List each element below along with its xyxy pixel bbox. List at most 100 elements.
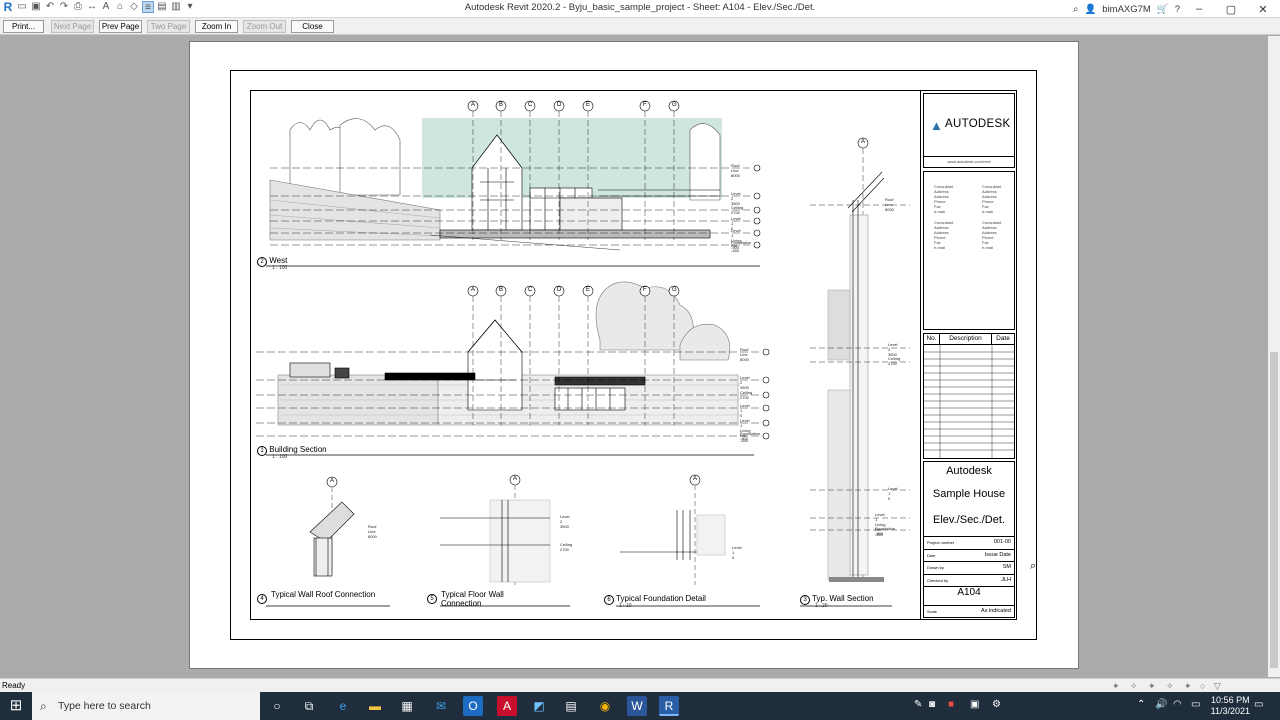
task-view-icon[interactable]: ⧉: [299, 696, 319, 716]
level-label: Roof Line 8000: [368, 524, 377, 539]
text-icon[interactable]: A: [100, 1, 112, 13]
user-icon[interactable]: 👤: [1084, 4, 1096, 15]
title-block-logo: ▲ AUTODESK www.autodesk.com/revit: [923, 93, 1015, 168]
taskbar-search[interactable]: ⌕ Type here to search: [32, 692, 260, 720]
view-title-wall-section: 3 Typ. Wall Section 1 : 20: [800, 594, 874, 609]
cart-icon[interactable]: 🛒: [1157, 4, 1169, 15]
print-icon[interactable]: ⎙: [72, 1, 84, 13]
clock-time: 10:56 PM: [1211, 695, 1250, 705]
pen-icon[interactable]: ✎: [914, 699, 922, 710]
level-label: Ceiling 2700: [888, 356, 901, 366]
maximize-button[interactable]: ▢: [1218, 3, 1244, 16]
project-name-line1: Autodesk: [946, 465, 992, 477]
revision-schedule: No. Description Date: [923, 333, 1015, 459]
close-window-button[interactable]: ✕: [1250, 3, 1276, 16]
store-icon[interactable]: ▦: [397, 696, 417, 716]
level-heads-west: [753, 164, 761, 249]
level-label: Level 2 3500: [888, 342, 898, 357]
quick-access-toolbar: R ▭ ▣ ↶ ↷ ⎙ ↔ A ⌂ ◇ ≡ ▤ ▥ ▾: [2, 1, 196, 13]
3d-view-icon[interactable]: ⌂: [114, 1, 126, 13]
help-icon[interactable]: ?: [1175, 4, 1180, 15]
battery-icon[interactable]: ▭: [1191, 699, 1200, 710]
clock-date: 11/3/2021: [1210, 706, 1250, 716]
save-icon[interactable]: ▣: [30, 1, 42, 13]
close-preview-button[interactable]: Close: [291, 20, 334, 33]
record-icon[interactable]: ■: [948, 699, 954, 710]
username[interactable]: bimAXG7M: [1102, 4, 1151, 15]
checked-by-row: Checked by JLH: [924, 575, 1014, 587]
print-button[interactable]: Print...: [3, 20, 44, 33]
windows-start-icon[interactable]: ⊞: [0, 692, 32, 720]
grid-label: C: [528, 102, 533, 108]
view-title-foundation: 6 Typical Foundation Detail 1 : 10: [604, 594, 706, 609]
sheet-info-block: Project number 001-00 Date Issue Date Draw…: [923, 536, 1015, 618]
screenshot-icon[interactable]: ▣: [970, 699, 979, 710]
calculator-icon[interactable]: ▤: [561, 696, 581, 716]
photos-icon[interactable]: ◩: [529, 696, 549, 716]
level-label: Ceiling 2700: [731, 205, 744, 215]
chrome-icon[interactable]: ◉: [595, 696, 615, 716]
mail-icon[interactable]: ✉: [431, 696, 451, 716]
grid-label: A: [513, 476, 518, 482]
undo-icon[interactable]: ↶: [44, 1, 56, 13]
wifi-icon[interactable]: ◠: [1173, 699, 1182, 710]
revit-logo-icon[interactable]: R: [2, 1, 14, 13]
level-label: Level 10: [888, 486, 898, 501]
settings-icon[interactable]: ⚙: [992, 699, 1001, 710]
autocad-icon[interactable]: A: [497, 696, 517, 716]
revit-taskbar-icon[interactable]: R: [659, 696, 679, 716]
sheet-name: Elev./Sec./Det.: [933, 514, 1005, 526]
volume-icon[interactable]: 🔊: [1155, 699, 1167, 710]
word-icon[interactable]: W: [627, 696, 647, 716]
level-label: Level 2 3500: [560, 514, 570, 529]
redo-icon[interactable]: ↷: [58, 1, 70, 13]
outlook-icon[interactable]: O: [463, 696, 483, 716]
grid-label: A: [330, 478, 335, 484]
prev-page-button[interactable]: Prev Page: [99, 20, 142, 33]
grid-label: F: [643, 287, 647, 293]
show-hidden-icons[interactable]: ⌃: [1137, 699, 1145, 710]
thin-lines-icon[interactable]: ≡: [142, 1, 154, 13]
next-page-button[interactable]: Next Page: [51, 20, 94, 33]
measure-icon[interactable]: ↔: [86, 1, 98, 13]
detail-foundation: [620, 474, 726, 585]
zoom-in-button[interactable]: Zoom In: [195, 20, 238, 33]
sections-icon[interactable]: ◇: [128, 1, 140, 13]
vertical-scrollbar[interactable]: [1268, 36, 1280, 677]
scale-row: Scale As indicated: [924, 605, 1014, 618]
notifications-icon[interactable]: ▭: [1254, 699, 1263, 710]
company-name: AUTODESK: [945, 118, 1011, 130]
view-name-building-section: Building Section: [269, 445, 327, 454]
file-explorer-icon[interactable]: ▬: [365, 696, 385, 716]
level-label: Level 2 3500: [740, 375, 750, 390]
grid-label: G: [672, 287, 677, 293]
date-row: Date Issue Date: [924, 550, 1014, 562]
title-bar: R ▭ ▣ ↶ ↷ ⎙ ↔ A ⌂ ◇ ≡ ▤ ▥ ▾ Autodesk Rev…: [0, 0, 1280, 18]
switch-windows-icon[interactable]: ▥: [170, 1, 182, 13]
view-number-foundation: 6: [604, 595, 614, 605]
scrollbar-thumb[interactable]: [1270, 352, 1278, 668]
view-scale-foundation: 1 : 10: [619, 603, 632, 609]
search-icon: ⌕: [40, 699, 47, 713]
grid-label: E: [586, 102, 591, 108]
close-hidden-icon[interactable]: ▤: [156, 1, 168, 13]
minimize-button[interactable]: –: [1186, 3, 1212, 15]
zoom-out-button[interactable]: Zoom Out: [243, 20, 286, 33]
rev-header-description: Description: [940, 334, 992, 344]
status-bar: Ready ✦ ✧ ✦ ✧ ✦ ○ ▽: [0, 678, 1280, 692]
infocenter-search-icon[interactable]: ⌕: [1073, 4, 1078, 15]
edge-icon[interactable]: e: [333, 696, 353, 716]
open-icon[interactable]: ▭: [16, 1, 28, 13]
consultant-3: Consultant Address Address Phone Fax e-mail: [934, 220, 954, 250]
view-number-wall-section: 3: [800, 595, 810, 605]
view-number-west: 2: [257, 257, 267, 267]
taskbar-clock[interactable]: 10:56 PM 11/3/2021: [1211, 695, 1250, 717]
revision-rows: [924, 345, 1014, 458]
dropdown-icon[interactable]: ▾: [184, 1, 196, 13]
level-label: Roof Line 8000: [740, 347, 749, 362]
camera-icon[interactable]: ◙: [929, 699, 935, 710]
cortana-icon[interactable]: ○: [267, 696, 287, 716]
level-label: Roof Line 8000: [885, 197, 894, 212]
level-label: Level 2 3500: [731, 191, 741, 206]
two-page-button[interactable]: Two Page: [147, 20, 190, 33]
